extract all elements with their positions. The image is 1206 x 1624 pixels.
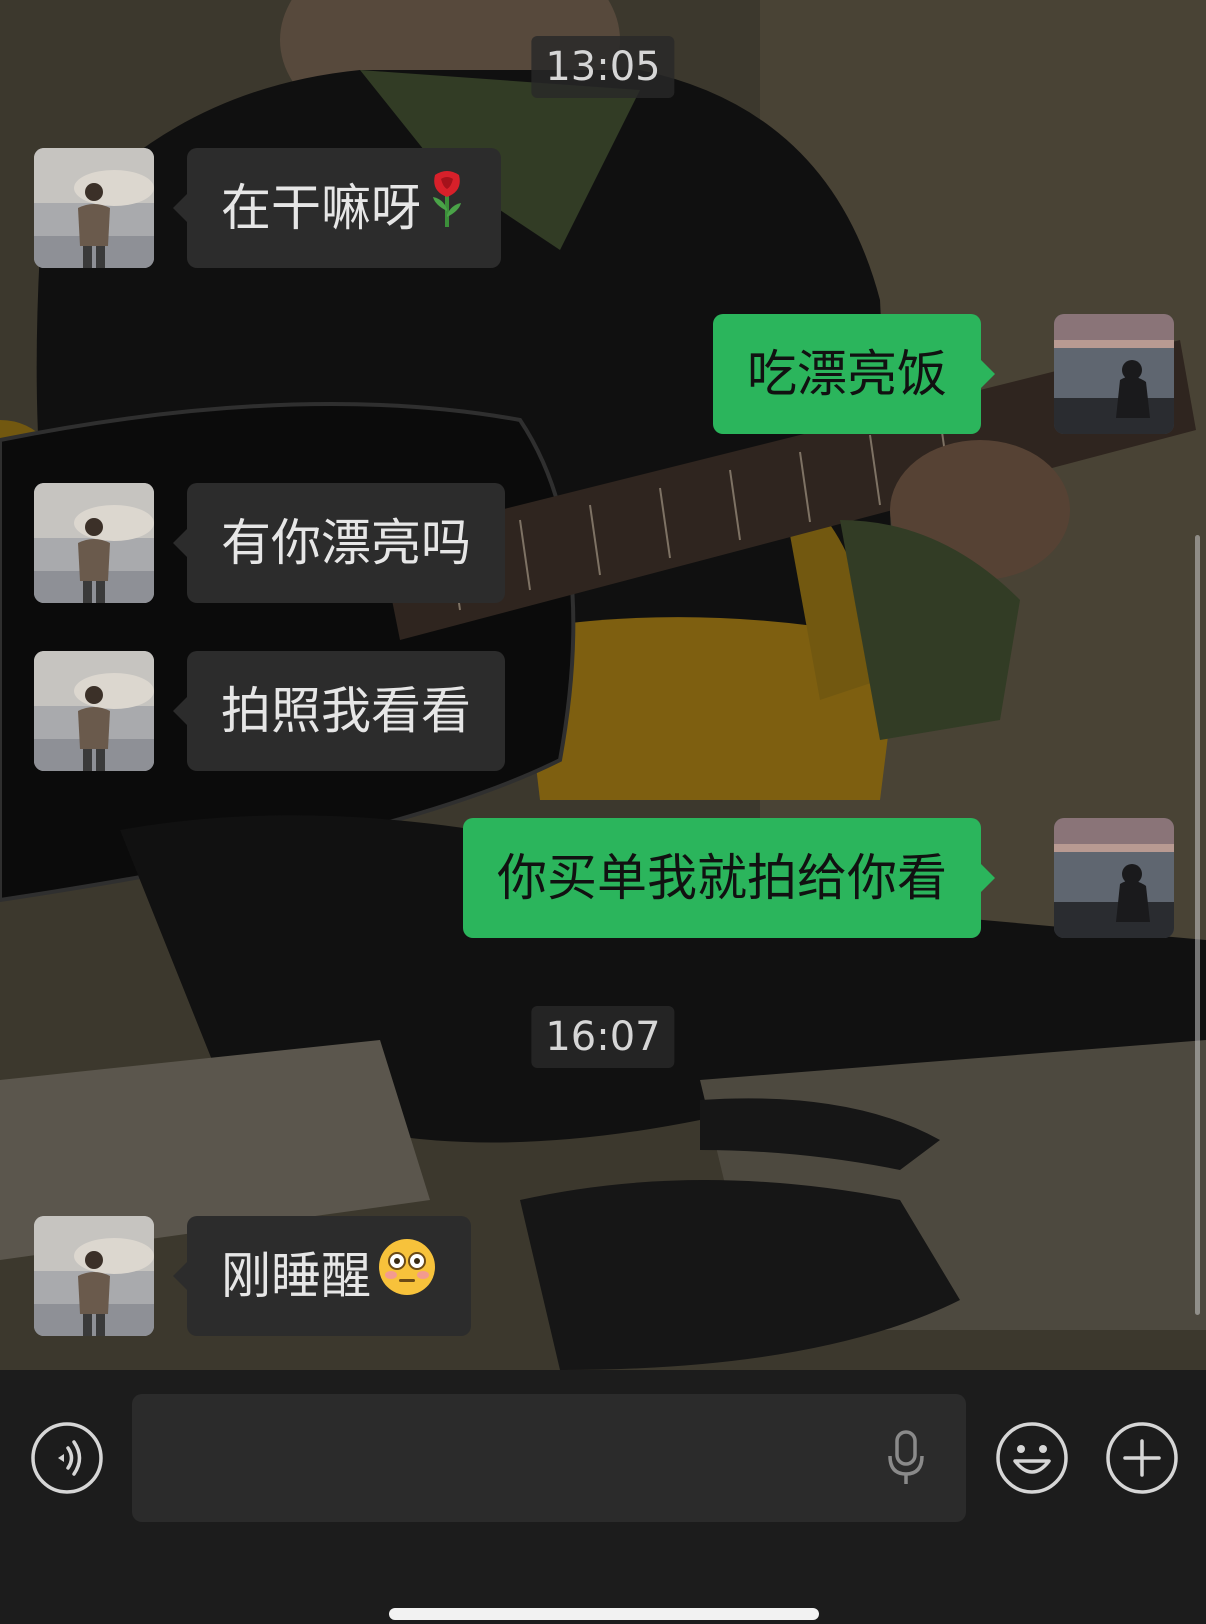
microphone-icon[interactable] (886, 1428, 926, 1488)
emoji-icon[interactable] (995, 1421, 1069, 1495)
timestamp: 16:07 (531, 1006, 675, 1068)
voice-mode-icon[interactable] (30, 1421, 104, 1495)
incoming-message-bubble[interactable]: 有你漂亮吗 (173, 483, 505, 603)
my-avatar[interactable] (1054, 818, 1174, 938)
outgoing-message-bubble[interactable]: 吃漂亮饭 (713, 314, 995, 434)
chat-screen: 13:05 16:07 在干嘛呀 吃漂亮饭 有你漂亮吗 拍照我看看 你买单我就拍… (0, 0, 1206, 1624)
message-text: 刚睡醒 (221, 1247, 371, 1305)
incoming-message-bubble[interactable]: 拍照我看看 (173, 651, 505, 771)
message-input-bar (0, 1370, 1206, 1624)
contact-avatar[interactable] (34, 148, 154, 268)
incoming-message-bubble[interactable]: 在干嘛呀 (173, 148, 501, 268)
chat-scrollbar[interactable] (1195, 535, 1200, 1315)
message-text: 有你漂亮吗 (221, 514, 471, 572)
contact-avatar[interactable] (34, 483, 154, 603)
message-text: 拍照我看看 (221, 682, 471, 740)
my-avatar[interactable] (1054, 314, 1174, 434)
contact-avatar[interactable] (34, 651, 154, 771)
outgoing-message-bubble[interactable]: 你买单我就拍给你看 (463, 818, 995, 938)
message-text: 吃漂亮饭 (747, 345, 947, 403)
message-text: 在干嘛呀 (221, 179, 421, 237)
message-text-input[interactable] (132, 1394, 966, 1522)
add-icon[interactable] (1105, 1421, 1179, 1495)
flushed-face-emoji-icon (377, 1220, 437, 1340)
timestamp: 13:05 (531, 36, 675, 98)
home-indicator[interactable] (389, 1608, 819, 1620)
contact-avatar[interactable] (34, 1216, 154, 1336)
message-text: 你买单我就拍给你看 (497, 849, 947, 907)
incoming-message-bubble[interactable]: 刚睡醒 (173, 1216, 471, 1336)
rose-emoji-icon (427, 152, 467, 272)
